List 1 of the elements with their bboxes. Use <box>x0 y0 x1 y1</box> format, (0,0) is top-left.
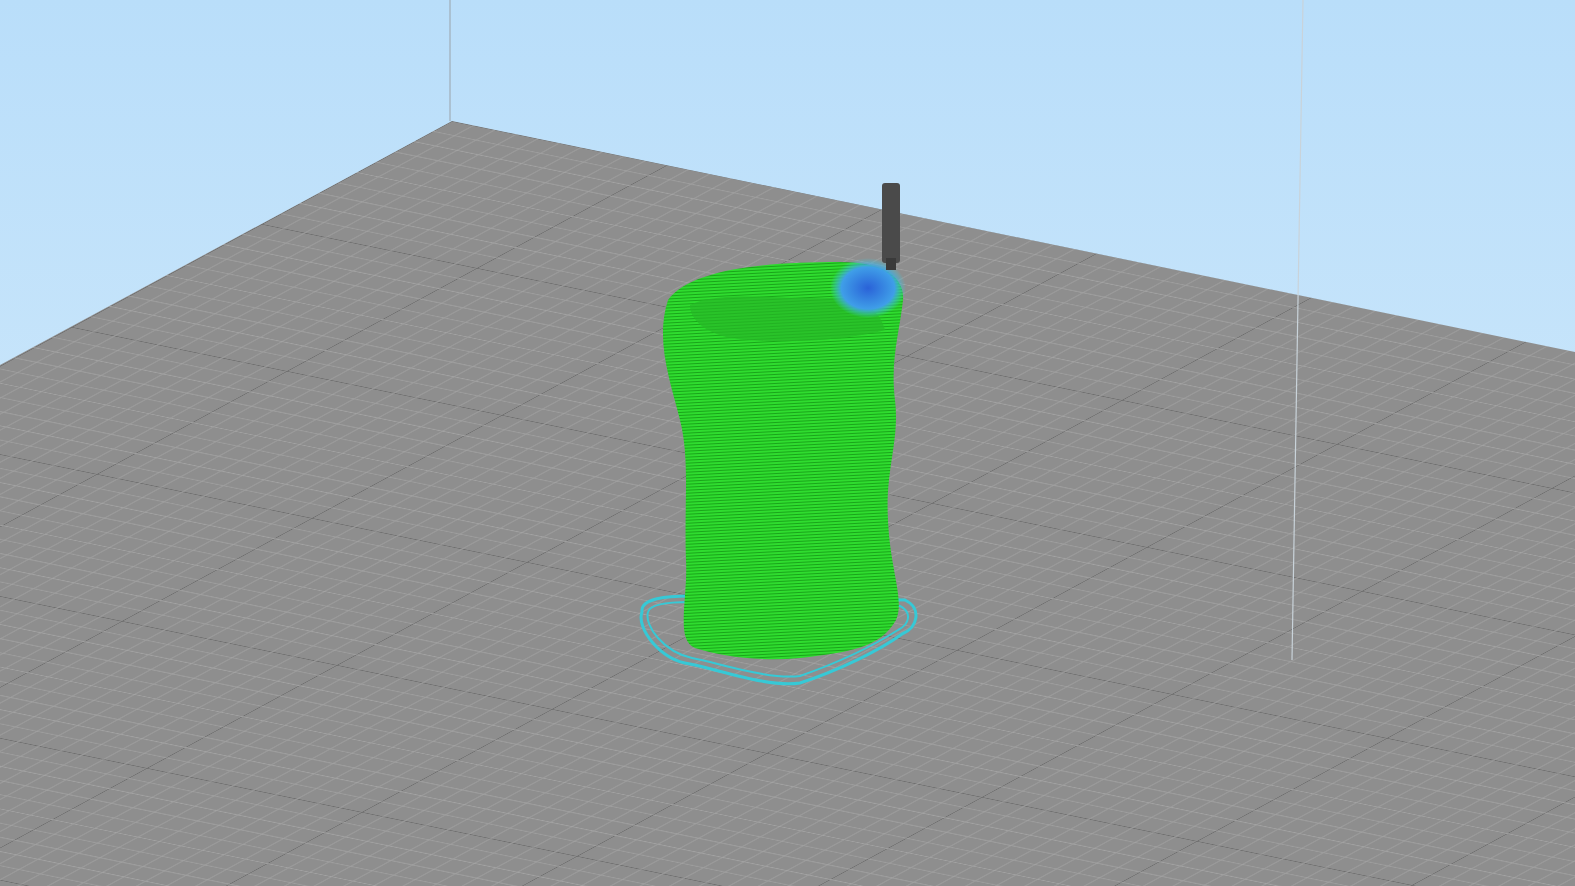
nozzle-icon <box>882 183 900 270</box>
